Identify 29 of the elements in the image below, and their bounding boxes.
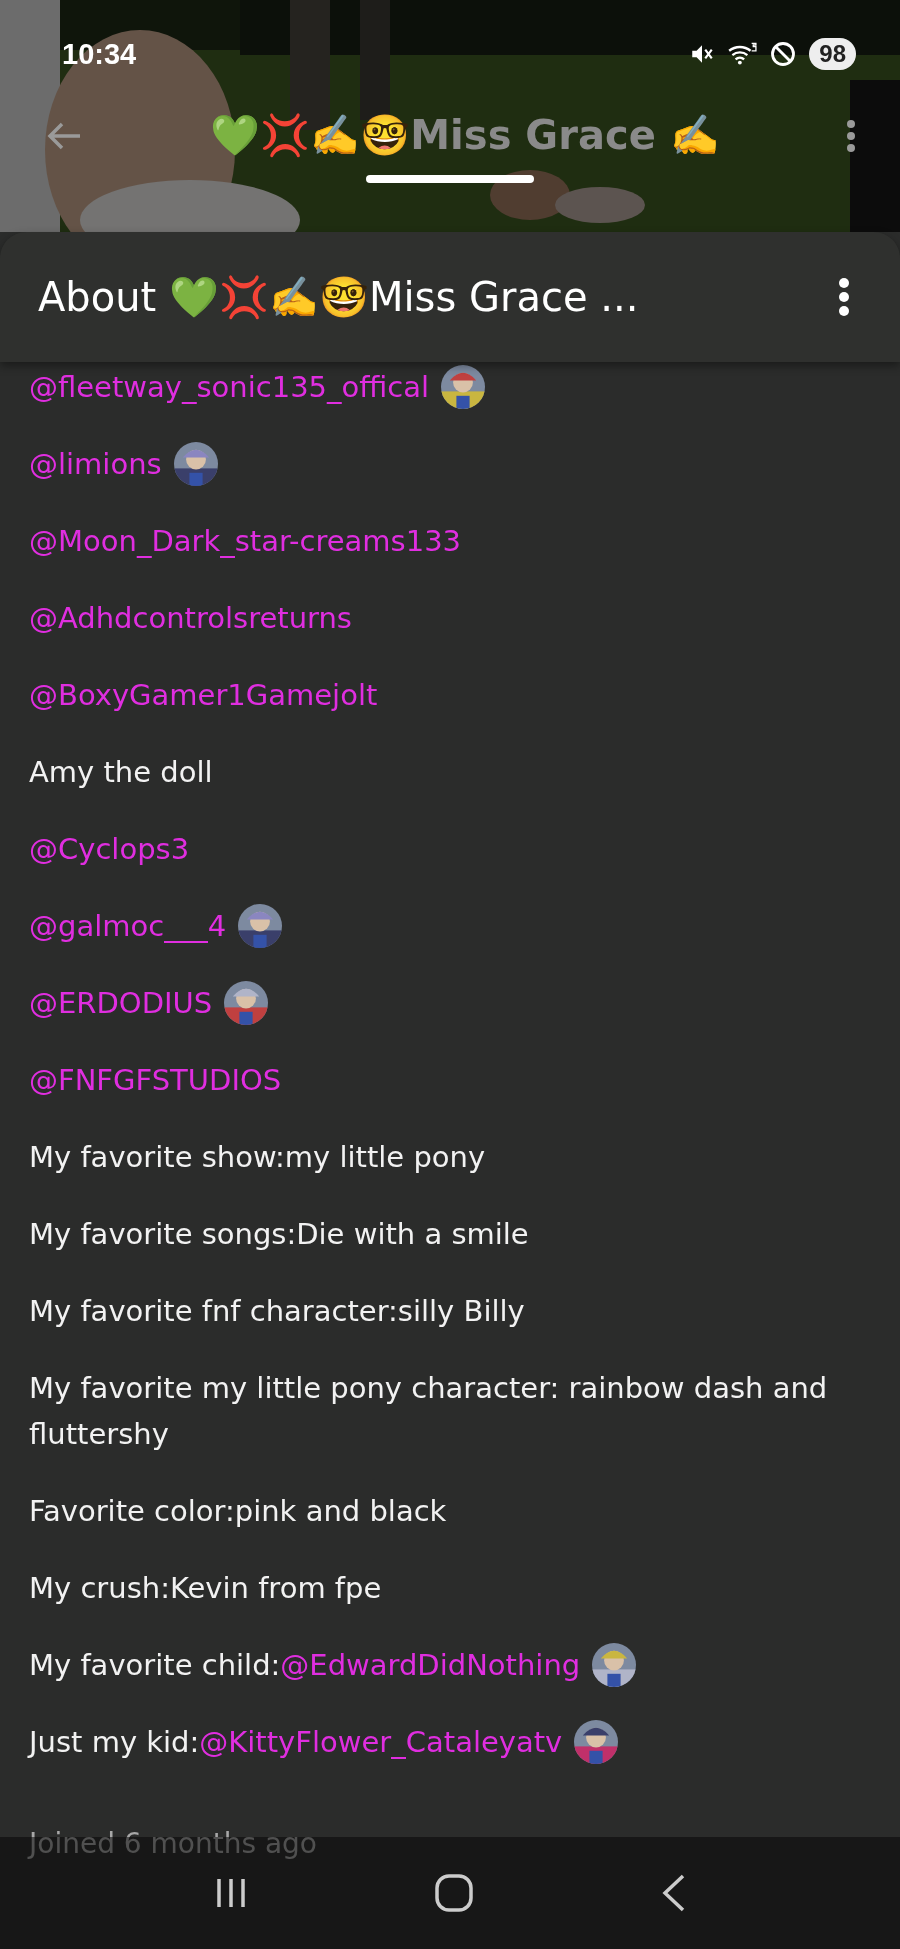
bio-text: Amy the doll (29, 754, 213, 791)
mention-link[interactable]: @KittyFlower_Cataleyatv (199, 1719, 563, 1765)
bio-text: My favorite songs:Die with a smile (29, 1216, 529, 1253)
bio-text: My crush:Kevin from fpe (29, 1570, 382, 1607)
mention-link[interactable]: @BoxyGamer1Gamejolt (29, 672, 378, 718)
status-time: 10:34 (62, 37, 137, 71)
bio-text: My favorite fnf character:silly Billy (29, 1293, 525, 1330)
bio-text: My favorite show:my little pony (29, 1139, 486, 1176)
drag-handle[interactable] (366, 175, 534, 183)
bio-text: Just my kid: (29, 1724, 200, 1761)
more-options-icon[interactable] (838, 277, 850, 317)
mention-link[interactable]: @FNFGFSTUDIOS (29, 1057, 282, 1103)
mention-link[interactable]: @ERDODIUS (29, 980, 213, 1026)
mention-link[interactable]: @limions (29, 441, 162, 487)
bio-text: My favorite my little pony character: rainbow dash and fluttershy (29, 1370, 829, 1453)
mention-link[interactable]: @Adhdcontrolsreturns (29, 595, 352, 641)
sheet-title: About 💚💢✍🤓Miss Grace ... (38, 273, 639, 321)
wifi-icon (727, 41, 758, 67)
bio-text: My favorite child: (29, 1647, 281, 1684)
mention-link[interactable]: @EdwardDidNothing (280, 1642, 581, 1688)
mention-link[interactable]: @fleetway_sonic135_offical (29, 364, 430, 410)
do-not-disturb-icon (769, 40, 798, 68)
joined-date: Joined 6 months ago (29, 1827, 317, 1860)
mention-link[interactable]: @Moon_Dark_star-creams133 (29, 518, 462, 564)
more-options-icon[interactable] (846, 117, 856, 154)
mention-link[interactable]: @Cyclops3 (29, 826, 190, 872)
mention-link[interactable]: @galmoc___4 (29, 903, 227, 949)
bio-text: Favorite color:pink and black (29, 1493, 447, 1530)
home-icon[interactable] (434, 1873, 474, 1913)
